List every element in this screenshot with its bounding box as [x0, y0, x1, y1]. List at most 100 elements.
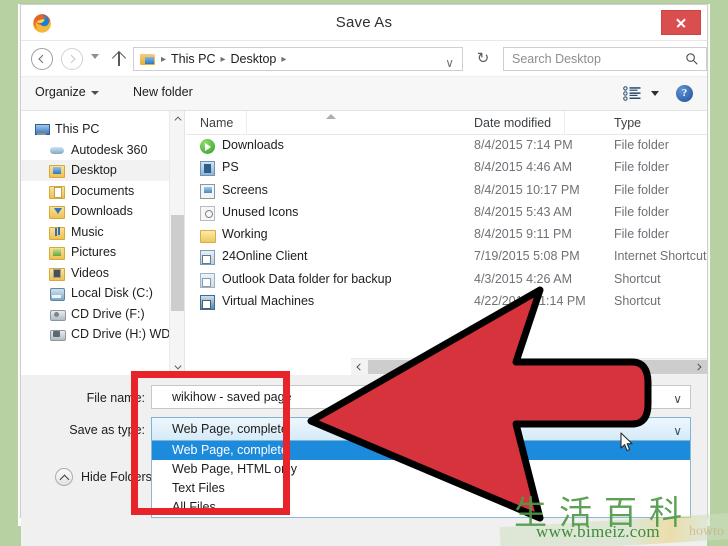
sidebar-item-cd-drive-f[interactable]: CD Drive (F:)	[21, 304, 184, 325]
file-name-input[interactable]: wikihow - saved page ∨	[151, 385, 691, 409]
table-row[interactable]: Screens 8/4/2015 10:17 PM File folder	[186, 180, 707, 202]
breadcrumb-separator-0: ▸	[161, 53, 167, 65]
file-type: File folder	[614, 227, 669, 242]
sidebar-item-local-disk-c[interactable]: Local Disk (C:)	[21, 283, 184, 304]
sidebar-scrollbar[interactable]	[169, 111, 184, 375]
search-placeholder: Search Desktop	[512, 52, 601, 66]
sidebar-item-downloads[interactable]: Downloads	[21, 201, 184, 222]
file-type: Shortcut	[614, 294, 661, 309]
sidebar-item-desktop[interactable]: Desktop	[21, 160, 184, 181]
dropdown-option-web-page-complete[interactable]: Web Page, complete	[152, 441, 690, 460]
horizontal-scrollbar[interactable]	[351, 358, 707, 375]
virtual-machines-shortcut-icon	[200, 295, 215, 311]
breadcrumb-separator-2: ▸	[281, 53, 287, 65]
table-row[interactable]: Working 8/4/2015 9:11 PM File folder	[186, 224, 707, 246]
horizontal-scrollbar-thumb[interactable]	[368, 360, 707, 374]
pictures-folder-icon	[49, 245, 65, 261]
table-row[interactable]: PS 8/4/2015 4:46 AM File folder	[186, 157, 707, 179]
scroll-up-arrow-icon[interactable]	[170, 111, 184, 127]
file-name: Screens	[222, 182, 268, 197]
documents-folder-icon	[49, 184, 65, 199]
table-row[interactable]: Unused Icons 8/4/2015 5:43 AM File folde…	[186, 202, 707, 224]
cd-drive-icon	[49, 307, 66, 321]
window-title: Save As	[335, 14, 393, 31]
scroll-right-arrow-icon[interactable]	[691, 359, 707, 375]
file-name: 24Online Client	[222, 249, 308, 264]
sidebar-item-autodesk-360[interactable]: Autodesk 360	[21, 140, 184, 161]
file-date: 4/22/2015 11:14 PM	[474, 294, 586, 309]
view-chevron-down-icon[interactable]	[651, 91, 659, 96]
breadcrumb-this-pc[interactable]: This PC	[169, 52, 217, 66]
file-type: Shortcut	[614, 271, 661, 286]
sort-ascending-icon	[326, 114, 336, 119]
file-date: 8/4/2015 4:46 AM	[474, 160, 572, 175]
downloads-green-icon	[200, 139, 215, 154]
internet-shortcut-icon: ↗	[200, 250, 215, 266]
file-date: 8/4/2015 7:14 PM	[474, 138, 573, 152]
organize-label: Organize	[35, 85, 86, 99]
toolbar: Organize New folder ?	[21, 77, 707, 111]
sidebar-item-cd-drive-h[interactable]: CD Drive (H:) WD	[21, 324, 184, 345]
file-name-dropdown-caret-icon[interactable]: ∨	[673, 392, 682, 406]
sidebar-scrollbar-thumb[interactable]	[171, 215, 184, 311]
save-as-type-label: Save as type:	[69, 423, 145, 437]
dropdown-option-text-files[interactable]: Text Files	[152, 479, 690, 498]
breadcrumb-separator-1: ▸	[220, 53, 226, 65]
sidebar-item-this-pc[interactable]: This PC	[21, 119, 184, 140]
sidebar-item-music[interactable]: Music	[21, 222, 184, 243]
sidebar-item-documents[interactable]: Documents	[21, 181, 184, 202]
view-list-icon[interactable]	[623, 86, 641, 101]
dropdown-option-all-files[interactable]: All Files	[152, 498, 690, 517]
organize-button[interactable]: Organize	[35, 85, 99, 99]
working-folder-icon	[200, 228, 216, 244]
dropdown-option-web-page-html-only[interactable]: Web Page, HTML only	[152, 460, 690, 479]
save-as-type-combobox[interactable]: Web Page, complete ∨	[151, 417, 691, 441]
cd-drive-locked-icon	[49, 327, 66, 342]
file-date: 4/3/2015 4:26 AM	[474, 271, 572, 286]
help-icon[interactable]: ?	[676, 85, 693, 102]
shortcut-icon: ↗	[200, 272, 215, 288]
save-as-type-dropdown-list[interactable]: Web Page, complete Web Page, HTML only T…	[151, 441, 691, 518]
hide-folders-label: Hide Folders	[81, 470, 152, 484]
table-row[interactable]: Downloads 8/4/2015 7:14 PM File folder	[186, 135, 707, 157]
search-input[interactable]: Search Desktop	[503, 47, 707, 71]
scroll-left-arrow-icon[interactable]	[351, 359, 367, 375]
save-as-type-caret-icon[interactable]: ∨	[673, 424, 682, 438]
sidebar-item-videos[interactable]: Videos	[21, 263, 184, 284]
column-headers: Name Date modified Type	[186, 111, 707, 135]
up-arrow-icon[interactable]	[109, 49, 129, 69]
forward-arrow-icon[interactable]	[61, 48, 83, 70]
file-date: 8/4/2015 9:11 PM	[474, 227, 572, 242]
address-bar[interactable]: ▸ This PC ▸ Desktop ▸ ∨	[133, 47, 463, 71]
hide-folders-button[interactable]: Hide Folders	[55, 468, 152, 486]
sidebar-item-label: Videos	[71, 265, 109, 280]
new-folder-button[interactable]: New folder	[133, 85, 193, 99]
file-name: Downloads	[222, 138, 284, 152]
column-header-type[interactable]: Type	[614, 116, 641, 130]
file-name: PS	[222, 160, 239, 175]
address-dropdown-caret-icon[interactable]: ∨	[445, 57, 454, 69]
breadcrumb-desktop[interactable]: Desktop	[229, 52, 279, 66]
column-header-name[interactable]: Name	[200, 111, 248, 135]
table-row[interactable]: Virtual Machines 4/22/2015 11:14 PM Shor…	[186, 291, 707, 313]
sidebar-item-label: CD Drive (F:)	[71, 306, 145, 321]
refresh-icon[interactable]: ↻	[473, 49, 493, 69]
music-folder-icon	[49, 225, 65, 240]
file-type: File folder	[614, 204, 669, 219]
browser-pane: This PC Autodesk 360 Desktop Documents D…	[21, 111, 707, 375]
table-row[interactable]: ↗ Outlook Data folder for backup 4/3/201…	[186, 269, 707, 291]
sidebar-item-pictures[interactable]: Pictures	[21, 242, 184, 263]
back-arrow-icon[interactable]	[31, 48, 53, 70]
recent-locations-caret-icon[interactable]	[91, 54, 99, 59]
scroll-down-arrow-icon[interactable]	[170, 359, 184, 375]
close-window-button[interactable]	[661, 10, 701, 35]
table-row[interactable]: ↗ 24Online Client 7/19/2015 5:08 PM Inte…	[186, 246, 707, 268]
sidebar-item-label: Desktop	[71, 163, 117, 178]
save-as-dialog: Save As ▸ This PC ▸ Desktop ▸ ∨ ↻ Search…	[20, 4, 708, 546]
navigation-bar: ▸ This PC ▸ Desktop ▸ ∨ ↻ Search Desktop	[21, 41, 707, 77]
ps-folder-icon	[200, 161, 215, 177]
sidebar-item-label: Music	[71, 224, 104, 239]
column-header-date-modified[interactable]: Date modified	[474, 111, 566, 135]
file-type: File folder	[614, 138, 669, 152]
title-bar: Save As	[21, 5, 707, 41]
